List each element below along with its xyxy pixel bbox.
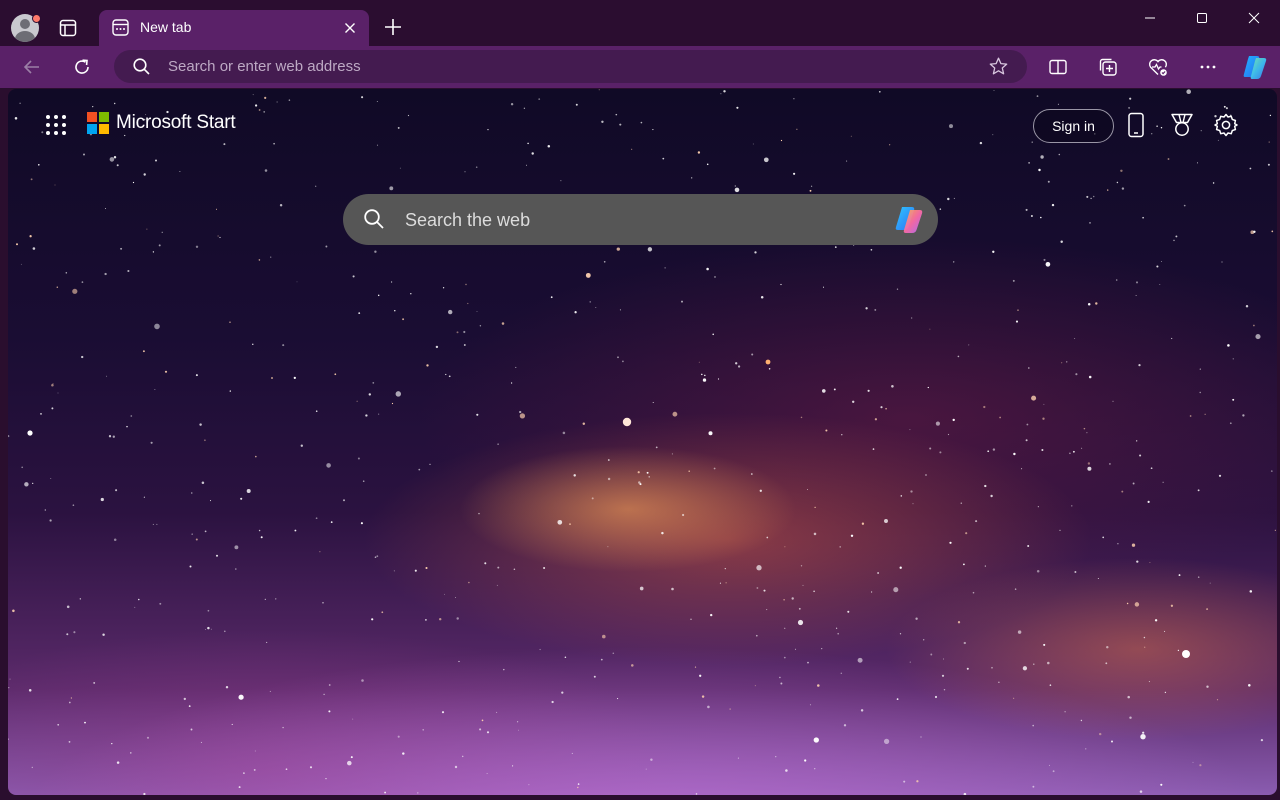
collections-icon[interactable] <box>1096 55 1120 79</box>
split-screen-icon[interactable] <box>1046 55 1070 79</box>
maximize-icon[interactable] <box>1180 5 1224 31</box>
browser-essentials-icon[interactable] <box>1146 55 1170 79</box>
phone-icon[interactable] <box>1122 111 1150 139</box>
profile-notification-badge <box>32 14 41 23</box>
back-arrow-icon[interactable] <box>20 55 44 79</box>
browser-toolbar <box>0 46 1280 88</box>
favorite-star-icon[interactable] <box>988 56 1009 82</box>
brand-name: Microsoft Start <box>116 112 236 133</box>
rewards-icon[interactable] <box>1168 111 1196 139</box>
web-search-input[interactable] <box>405 208 875 232</box>
minimize-icon[interactable] <box>1128 5 1172 31</box>
search-icon <box>132 57 151 81</box>
tab-new-tab[interactable]: New tab <box>99 10 369 46</box>
address-input[interactable] <box>168 56 948 77</box>
new-tab-button[interactable] <box>382 16 404 38</box>
address-bar[interactable] <box>114 50 1027 83</box>
title-bar: New tab <box>0 0 1280 46</box>
close-window-icon[interactable] <box>1232 5 1276 31</box>
new-tab-page: Microsoft Start Sign in <box>8 89 1277 795</box>
settings-gear-icon[interactable] <box>1212 111 1240 139</box>
search-icon <box>363 208 385 235</box>
app-launcher-icon[interactable] <box>44 113 68 137</box>
tab-title: New tab <box>140 19 192 35</box>
tab-actions-icon[interactable] <box>56 16 80 40</box>
more-options-icon[interactable] <box>1196 55 1220 79</box>
copilot-icon[interactable] <box>1240 52 1270 82</box>
sign-in-button[interactable]: Sign in <box>1033 109 1114 143</box>
refresh-icon[interactable] <box>70 55 94 79</box>
new-tab-page-icon <box>112 19 129 36</box>
microsoft-start-brand[interactable]: Microsoft Start <box>87 112 236 134</box>
close-tab-icon[interactable] <box>342 20 358 36</box>
copilot-icon[interactable] <box>892 204 928 241</box>
web-search-box[interactable] <box>343 194 938 245</box>
microsoft-logo-icon <box>87 112 109 134</box>
